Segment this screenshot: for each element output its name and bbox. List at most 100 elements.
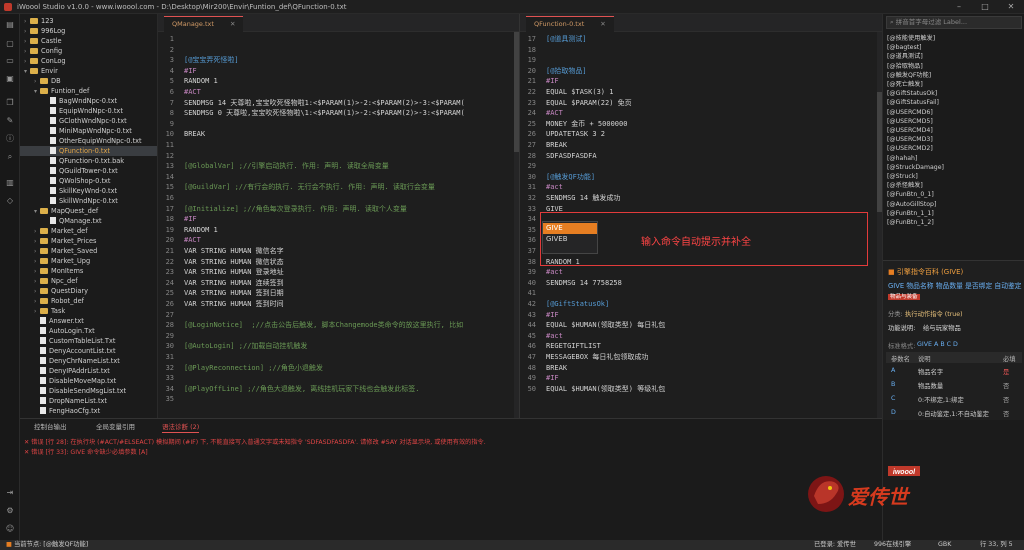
code-line[interactable]: EQUAL $HUMAN(领取类型) 等级礼包 [546, 384, 665, 395]
folder-item[interactable]: › Robot_def [20, 296, 157, 306]
label-list-item[interactable]: [@Struck] [887, 172, 918, 181]
label-list-item[interactable]: [@USERCMD3] [887, 135, 933, 144]
code-line[interactable]: VAR STRING HUMAN 微信名字 [184, 246, 284, 257]
code-line[interactable]: #IF [546, 310, 559, 321]
code-line[interactable]: RANDOM 1 [184, 225, 218, 236]
folder-item[interactable]: › Market_Upg [20, 256, 157, 266]
file-item[interactable]: QFunction-0.txt.bak [20, 156, 157, 166]
file-item[interactable]: DenyChrNameList.txt [20, 356, 157, 366]
info-icon[interactable]: ⓘ [5, 134, 15, 143]
folder-item[interactable]: › Market_def [20, 226, 157, 236]
label-list-item[interactable]: [@USERCMD5] [887, 117, 933, 126]
folder-item[interactable]: › MonItems [20, 266, 157, 276]
code-line[interactable]: [@PlayReconnection] ;//角色小退触发 [184, 363, 323, 374]
code-line[interactable]: VAR STRING HUMAN 签到时间 [184, 299, 284, 310]
code-line[interactable]: #IF [546, 373, 559, 384]
book-icon[interactable]: ▥ [5, 178, 15, 187]
scroll-thumb[interactable] [514, 32, 519, 152]
code-line[interactable]: [@GlobalVar] ;//引擎启动执行. 作用: 声明. 读取全局变量 [184, 161, 389, 172]
code-line[interactable]: [@GuildVar] ;//有行会的执行. 无行会不执行. 作用: 声明. 读… [184, 182, 435, 193]
label-list-item[interactable]: [@StruckDamage] [887, 163, 944, 172]
user-icon[interactable]: ☺ [5, 524, 15, 533]
file-item[interactable]: AutoLogin.Txt [20, 326, 157, 336]
label-list-item[interactable]: [@USERCMD4] [887, 126, 933, 135]
label-list-item[interactable]: [@拾取物品] [887, 62, 923, 71]
folder-item[interactable]: › Market_Saved [20, 246, 157, 256]
files-icon[interactable]: ▤ [5, 20, 15, 29]
close-icon[interactable]: ✕ [998, 0, 1024, 14]
file-item[interactable]: BagWndNpc-0.txt [20, 96, 157, 106]
code-line[interactable]: [@GiftStatusOk] [546, 299, 609, 310]
label-list-item[interactable]: [@死亡触发] [887, 80, 923, 89]
code-line[interactable]: BREAK [184, 129, 205, 140]
file-item[interactable]: SkillKeyWnd-0.txt [20, 186, 157, 196]
label-list-item[interactable]: [@技能使用触发] [887, 34, 935, 43]
file-item[interactable]: DisableSendMsgList.txt [20, 386, 157, 396]
code-line[interactable]: SENDMSG 14 天尊啦,宝宝吹死怪物啦1:<$PARAM(1)>-2:<$… [184, 98, 465, 109]
minimize-icon[interactable]: – [946, 0, 972, 14]
label-list-item[interactable]: [@杀怪触发] [887, 181, 923, 190]
label-list-item[interactable]: [@hahah] [887, 154, 917, 163]
label-list-item[interactable]: [@FunBtn_1_2] [887, 218, 934, 227]
folder-item[interactable]: › 996Log [20, 26, 157, 36]
label-list-item[interactable]: [@USERCMD2] [887, 144, 933, 153]
tab-diagnostics[interactable]: 语法诊断 (2) [162, 421, 200, 433]
file-item[interactable]: DropNameList.txt [20, 396, 157, 406]
code-line[interactable]: REGETGIFTLIST [546, 341, 601, 352]
edit-icon[interactable]: ✎ [5, 116, 15, 125]
code-line[interactable]: #ACT [184, 87, 201, 98]
folder-item[interactable]: ▾ Envir [20, 66, 157, 76]
file-item[interactable]: QManage.txt [20, 216, 157, 226]
code-line[interactable]: [@LoginNotice] ;//点击公告后触发, 脚本Changemode类… [184, 320, 463, 331]
code-line[interactable]: VAR STRING HUMAN 连续签到 [184, 278, 284, 289]
scrollbar[interactable] [514, 32, 519, 418]
code-line[interactable]: VAR STRING HUMAN 登录地址 [184, 267, 284, 278]
folder-item[interactable]: › QuestDiary [20, 286, 157, 296]
folder-item[interactable]: › ConLog [20, 56, 157, 66]
code-line[interactable]: #ACT [184, 235, 201, 246]
tab-console[interactable]: 控制台输出 [34, 421, 67, 433]
code-line[interactable]: #act [546, 182, 563, 193]
folder-item[interactable]: › Task [20, 306, 157, 316]
shield-icon[interactable]: ◇ [5, 196, 15, 205]
save-icon[interactable]: ▣ [5, 74, 15, 83]
code-line[interactable]: #IF [546, 76, 559, 87]
editor-tab[interactable]: QFunction-0.txt ✕ [526, 16, 614, 32]
folder-item[interactable]: › Castle [20, 36, 157, 46]
code-line[interactable]: SENDMSG 0 天尊啦,宝宝吹死怪物啦\1:<$PARAM(1)>-2:<$… [184, 108, 465, 119]
code-line[interactable]: #IF [184, 214, 197, 225]
settings-icon[interactable]: ⚙ [5, 506, 15, 515]
editor-tab[interactable]: QManage.txt ✕ [164, 16, 244, 32]
maximize-icon[interactable]: □ [972, 0, 998, 14]
code-line[interactable]: [@宝宝弄死怪啦] [184, 55, 239, 66]
file-item[interactable]: CustomTableList.Txt [20, 336, 157, 346]
folder-item[interactable]: › Npc_def [20, 276, 157, 286]
code-line[interactable]: BREAK [546, 363, 567, 374]
code-line[interactable]: RANDOM 1 [184, 76, 218, 87]
code-line[interactable]: MONEY 金币 + 5000000 [546, 119, 627, 130]
file-item[interactable]: QFunction-0.txt [20, 146, 157, 156]
code-line[interactable]: SDFASDFASDFA [546, 151, 597, 162]
label-search-input[interactable]: ⌕ 拼音首字母过滤 Label... [886, 16, 1022, 29]
code-line[interactable]: MESSAGEBOX 每日礼包领取成功 [546, 352, 648, 363]
folder-item[interactable]: ▾ Funtion_def [20, 86, 157, 96]
code-line[interactable]: #IF [184, 66, 197, 77]
label-list-item[interactable]: [@GiftStatusFail] [887, 98, 939, 107]
code-line[interactable]: #ACT [546, 108, 563, 119]
label-list-item[interactable]: [@bagtest] [887, 43, 922, 52]
folder-item[interactable]: ▾ MapQuest_def [20, 206, 157, 216]
copy-icon[interactable]: ❐ [5, 98, 15, 107]
label-list-item[interactable]: [@USERCMD6] [887, 108, 933, 117]
label-list-item[interactable]: [@道具测试] [887, 52, 923, 61]
document-icon[interactable]: ▭ [5, 56, 15, 65]
label-list-item[interactable]: [@FunBtn_1_1] [887, 209, 934, 218]
code-line[interactable]: [@PlayOffLine] ;//角色大退触发, 离线挂机玩家下线也会触发此标… [184, 384, 420, 395]
code-line[interactable]: EQUAL $TASK(3) 1 [546, 87, 613, 98]
code-line[interactable]: [@AutoLogin] ;//加载自动挂机触发 [184, 341, 307, 352]
code-line[interactable]: [@Initialize] ;//角色每次登录执行. 作用: 声明. 读取个人变… [184, 204, 407, 215]
file-item[interactable]: OtherEquipWndNpc-0.txt [20, 136, 157, 146]
file-item[interactable]: FengHaoCfg.txt [20, 406, 157, 416]
code-line[interactable]: [@道具测试] [546, 34, 587, 45]
close-icon[interactable]: ✕ [600, 20, 605, 28]
search-icon[interactable]: ⌕ [5, 152, 15, 161]
